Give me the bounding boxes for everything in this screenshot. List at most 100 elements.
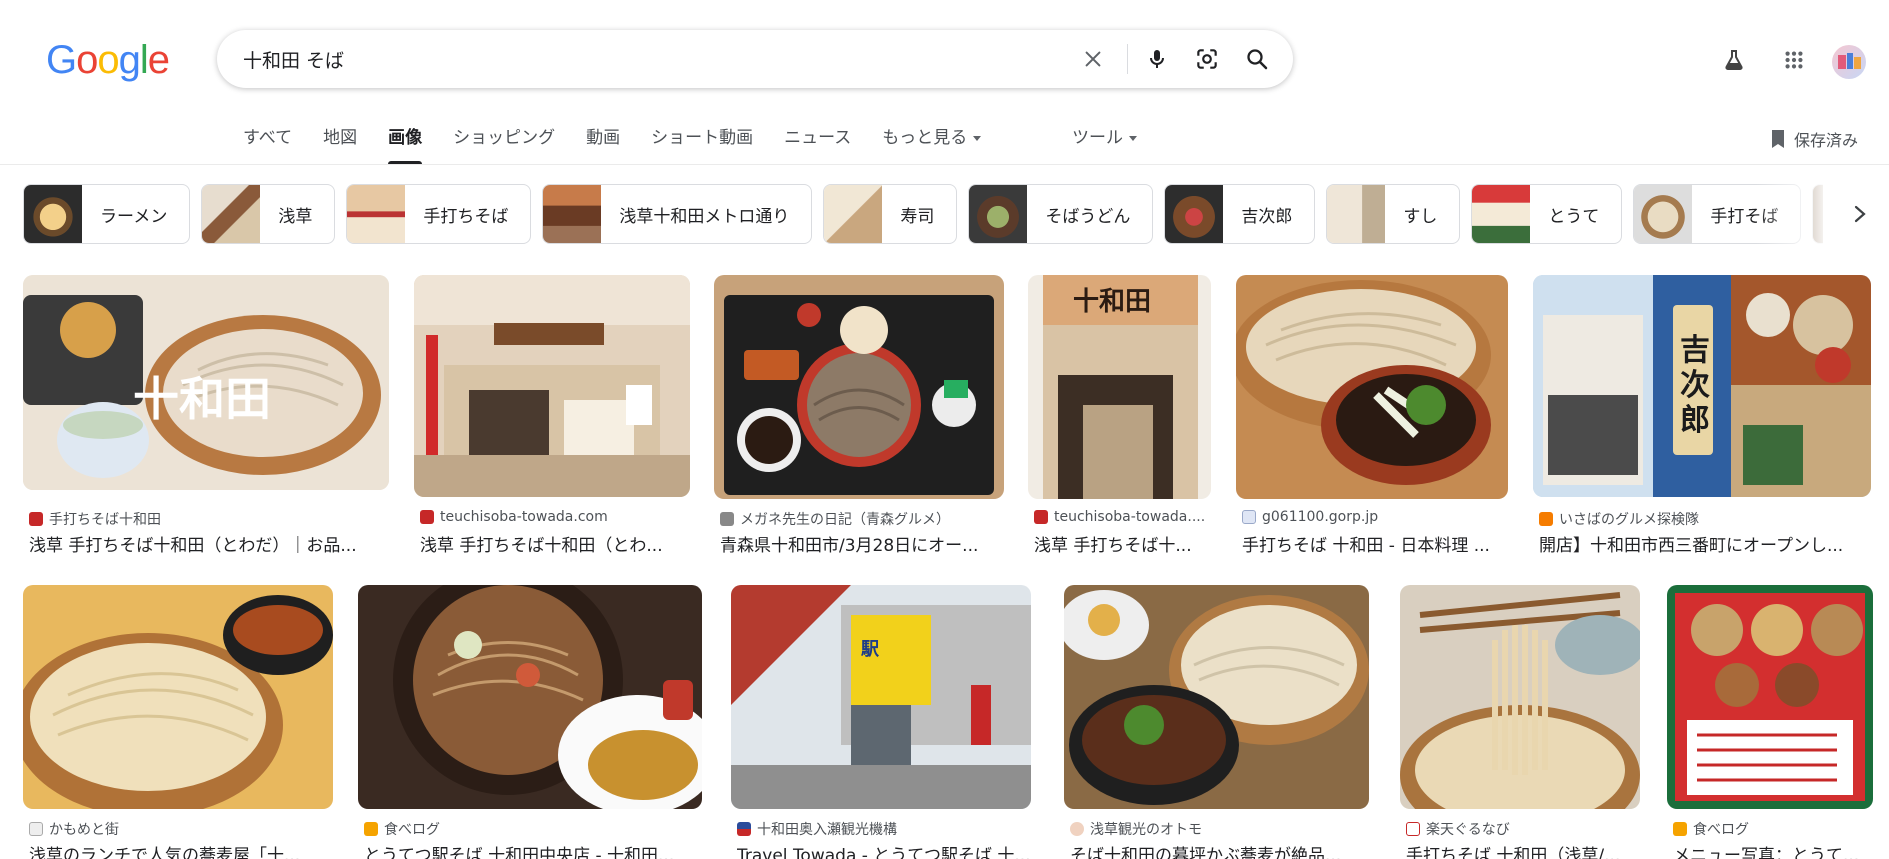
result-title[interactable]: 浅草のランチで人気の蕎麦屋「十...	[29, 841, 333, 859]
result-thumbnail[interactable]	[23, 585, 333, 809]
chip-thumbnail	[1327, 185, 1386, 243]
image-result[interactable]: 食べログ とうてつ駅そば 十和田中央店 - 十和田...	[358, 585, 702, 859]
chip-toute[interactable]: とうて	[1471, 184, 1623, 244]
svg-text:十和田: 十和田	[1073, 287, 1151, 317]
result-thumbnail[interactable]: 十和田	[1028, 275, 1211, 499]
result-source: 食べログ	[364, 819, 440, 839]
chip-asakusa[interactable]: 浅草	[201, 184, 336, 244]
clear-icon[interactable]	[1077, 43, 1109, 75]
result-title[interactable]: とうてつ駅そば 十和田中央店 - 十和田...	[364, 841, 702, 859]
chip-kichijiro[interactable]: 吉次郎	[1164, 184, 1316, 244]
search-icon[interactable]	[1241, 43, 1273, 75]
site-favicon-icon	[29, 822, 43, 836]
result-source: かもめと街	[29, 819, 119, 839]
chip-thumbnail	[1634, 185, 1693, 243]
result-thumbnail[interactable]	[1667, 585, 1873, 809]
svg-text:駅: 駅	[860, 639, 880, 660]
labs-flask-icon[interactable]	[1718, 44, 1750, 76]
image-result[interactable]: 食べログ メニュー写真：とうて...	[1667, 585, 1873, 859]
chip-asakusa-towada-metro[interactable]: 浅草十和田メトロ通り	[542, 184, 813, 244]
search-input[interactable]	[243, 30, 1063, 88]
header: Google	[0, 0, 1889, 120]
search-box	[217, 30, 1293, 88]
chip-thumbnail	[1472, 185, 1531, 243]
result-title[interactable]: 青森県十和田市/3月28日にオー...	[720, 531, 1004, 556]
tab-news[interactable]: ニュース	[784, 126, 851, 156]
site-favicon-icon	[29, 512, 43, 526]
tab-short-videos[interactable]: ショート動画	[651, 126, 753, 156]
svg-text:次: 次	[1680, 368, 1710, 403]
image-result[interactable]: 楽天ぐるなび 手打ちそば 十和田（浅草/...	[1400, 585, 1640, 859]
site-favicon-icon	[1070, 822, 1084, 836]
tabs-divider	[0, 164, 1889, 165]
tab-images[interactable]: 画像	[388, 126, 423, 164]
result-thumbnail[interactable]	[1400, 585, 1640, 809]
chip-sushi-hiragana[interactable]: すし	[1326, 184, 1461, 244]
tab-more[interactable]: もっと見る	[882, 126, 982, 156]
tab-shopping[interactable]: ショッピング	[453, 126, 555, 156]
result-source: いさばのグルメ探検隊	[1539, 509, 1699, 529]
chip-soba-udon[interactable]: そばうどん	[968, 184, 1154, 244]
result-title[interactable]: そば十和田の暮坪かぶ蕎麦が絶品...	[1070, 841, 1369, 859]
avatar[interactable]	[1832, 45, 1866, 79]
image-result[interactable]: 吉 次 郎 いさばのグルメ探検隊 開店】十和田市西三番町にオープンし...	[1533, 275, 1871, 556]
chevron-right-icon[interactable]	[1846, 200, 1874, 228]
chip-thumbnail	[24, 185, 82, 243]
result-title[interactable]: 開店】十和田市西三番町にオープンし...	[1539, 531, 1871, 556]
result-thumbnail[interactable]: 十和田	[23, 275, 389, 490]
result-source: 浅草観光のオトモ	[1070, 819, 1202, 839]
result-title[interactable]: 手打ちそば 十和田 - 日本料理 ...	[1242, 531, 1508, 556]
site-favicon-icon	[1406, 822, 1420, 836]
chip-thumbnail	[543, 185, 602, 243]
site-favicon-icon	[1673, 822, 1687, 836]
result-source: g061100.gorp.jp	[1242, 509, 1378, 525]
result-title[interactable]: 手打ちそば 十和田（浅草/...	[1406, 841, 1640, 859]
result-title[interactable]: Travel Towada - とうてつ駅そば 十...	[737, 841, 1031, 859]
image-result[interactable]: 十和田 teuchisoba-towada.... 浅草 手打ちそば十...	[1028, 275, 1211, 556]
result-source: 手打ちそば十和田	[29, 509, 161, 529]
lens-camera-icon[interactable]	[1191, 43, 1223, 75]
image-result[interactable]: メガネ先生の日記（青森グルメ） 青森県十和田市/3月28日にオー...	[714, 275, 1004, 556]
svg-text:郎: 郎	[1680, 403, 1710, 438]
svg-text:吉: 吉	[1680, 333, 1710, 368]
result-thumbnail[interactable]: 駅	[731, 585, 1031, 809]
chevron-down-icon	[1129, 136, 1137, 141]
site-favicon-icon	[1539, 512, 1553, 526]
search-tabs: すべて 地図 画像 ショッピング 動画 ショート動画 ニュース もっと見る	[243, 126, 1012, 164]
image-result[interactable]: g061100.gorp.jp 手打ちそば 十和田 - 日本料理 ...	[1236, 275, 1508, 556]
result-title[interactable]: 浅草 手打ちそば十和田（とわだ）｜お品...	[29, 531, 389, 556]
svg-text:十和田: 十和田	[133, 372, 271, 426]
image-result[interactable]: 十和田 手打ちそば十和田 浅草 手打ちそば十和田（とわだ）｜お品...	[23, 275, 389, 556]
search-divider	[1127, 44, 1128, 74]
result-thumbnail[interactable]	[414, 275, 690, 497]
image-result[interactable]: 駅 十和田奥入瀬観光機構 Travel Towada - とうてつ駅そば 十..…	[731, 585, 1031, 859]
chip-ramen[interactable]: ラーメン	[23, 184, 191, 244]
tools-button[interactable]: ツール	[1072, 126, 1137, 156]
result-title[interactable]: メニュー写真：とうて...	[1673, 841, 1873, 859]
result-thumbnail[interactable]	[1236, 275, 1508, 499]
result-title[interactable]: 浅草 手打ちそば十...	[1034, 531, 1212, 556]
result-thumbnail[interactable]	[714, 275, 1004, 499]
chip-teuchi-soba[interactable]: 手打ちそば	[346, 184, 532, 244]
result-source: teuchisoba-towada....	[1034, 509, 1205, 525]
result-thumbnail[interactable]: 吉 次 郎	[1533, 275, 1871, 497]
microphone-icon[interactable]	[1141, 43, 1173, 75]
result-source: メガネ先生の日記（青森グルメ）	[720, 509, 950, 529]
image-result[interactable]: teuchisoba-towada.com 浅草 手打ちそば十和田（とわ...	[414, 275, 690, 556]
image-result[interactable]: かもめと街 浅草のランチで人気の蕎麦屋「十...	[23, 585, 333, 859]
tab-maps[interactable]: 地図	[323, 126, 357, 156]
tab-all[interactable]: すべて	[243, 126, 292, 156]
apps-grid-icon[interactable]	[1778, 44, 1810, 76]
result-thumbnail[interactable]	[358, 585, 702, 809]
site-favicon-icon	[420, 510, 434, 524]
saved-button[interactable]: 保存済み	[1770, 126, 1858, 152]
result-source: teuchisoba-towada.com	[420, 509, 608, 525]
chip-sushi[interactable]: 寿司	[823, 184, 958, 244]
result-thumbnail[interactable]	[1064, 585, 1369, 809]
image-result[interactable]: 浅草観光のオトモ そば十和田の暮坪かぶ蕎麦が絶品...	[1064, 585, 1369, 859]
bookmark-icon	[1770, 129, 1786, 149]
tab-videos[interactable]: 動画	[586, 126, 620, 156]
result-title[interactable]: 浅草 手打ちそば十和田（とわ...	[420, 531, 690, 556]
result-source: 楽天ぐるなび	[1406, 819, 1510, 839]
google-logo[interactable]: Google	[46, 40, 170, 80]
